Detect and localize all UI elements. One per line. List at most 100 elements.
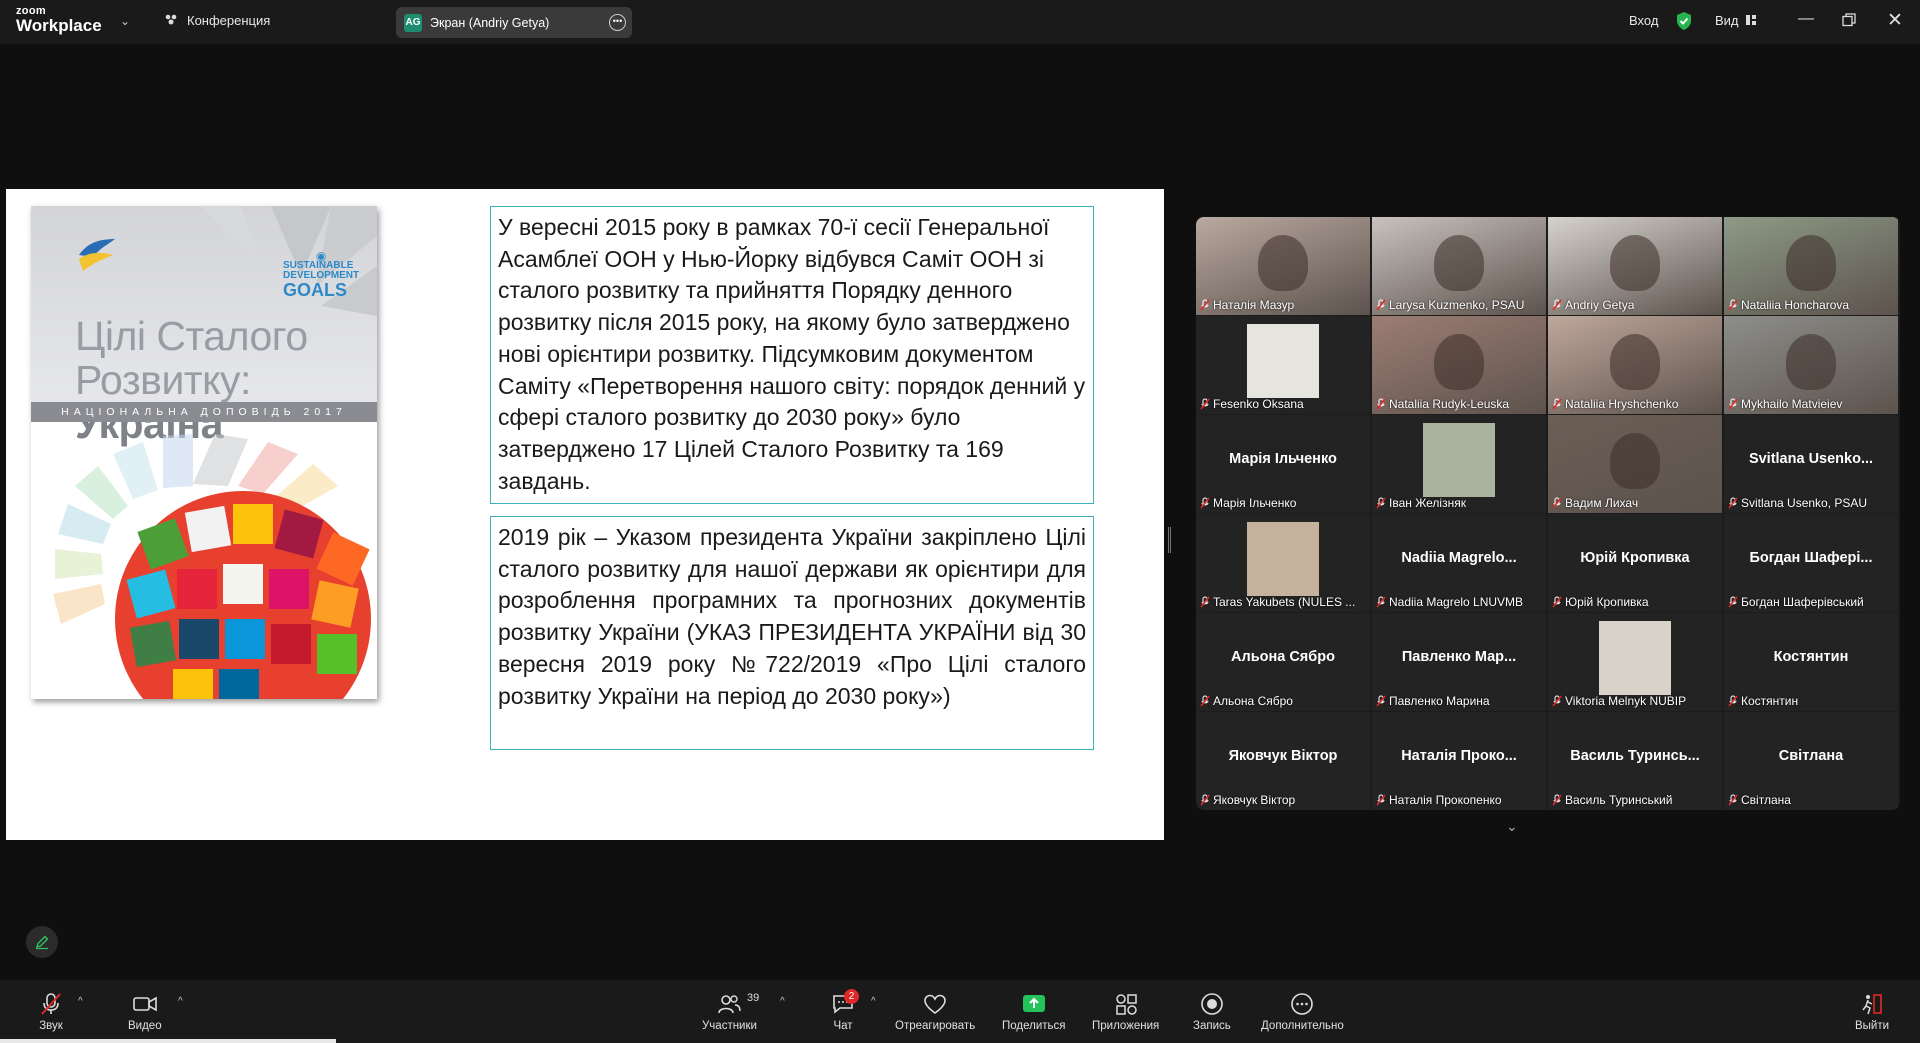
share-screen-button[interactable]: Поделиться	[1002, 992, 1066, 1032]
participant-name-label: Nataliia Rudyk-Leuska	[1376, 397, 1509, 411]
participant-tile[interactable]: Іван Желізняк	[1372, 415, 1546, 513]
participant-name: Юрій Кропивка	[1565, 595, 1649, 609]
participant-display-name: Юрій Кропивка	[1580, 550, 1690, 566]
participant-name-label: Світлана	[1728, 793, 1791, 807]
split-view-resize-handle[interactable]	[1168, 527, 1171, 553]
participant-name: Viktoria Melnyk NUBIP	[1565, 694, 1687, 708]
participant-tile[interactable]: Mykhailo Matvieiev	[1724, 316, 1898, 414]
chat-caret-icon[interactable]: ^	[871, 996, 876, 1007]
participant-tile[interactable]: Наталія Проко... Наталія Прокопенко	[1372, 712, 1546, 810]
participant-display-name: Світлана	[1778, 748, 1844, 764]
participant-name: Fesenko Oksana	[1213, 397, 1304, 411]
participant-tile[interactable]: Юрій Кропивка Юрій Кропивка	[1548, 514, 1722, 612]
microphone-muted-icon	[1552, 596, 1562, 608]
security-shield-icon[interactable]	[1675, 11, 1693, 31]
participant-tile[interactable]: Вадим Лихач	[1548, 415, 1722, 513]
participant-photo	[1423, 423, 1495, 497]
participant-tile[interactable]: Василь Туринсь... Василь Туринський	[1548, 712, 1722, 810]
leave-button[interactable]: Выйти	[1855, 992, 1889, 1032]
participant-tile[interactable]: Богдан Шафері... Богдан Шаферівський	[1724, 514, 1898, 612]
participant-display-name: Nadiia Magrelo...	[1401, 550, 1517, 566]
view-button[interactable]: Вид	[1715, 13, 1739, 28]
participant-display-name: Богдан Шафері...	[1749, 550, 1873, 566]
chat-unread-badge: 2	[844, 989, 859, 1004]
participant-name: Костянтин	[1741, 694, 1799, 708]
participant-tile[interactable]: Павленко Мар... Павленко Марина	[1372, 613, 1546, 711]
cover-title-line2-prefix: Розвитку:	[75, 357, 251, 403]
participants-icon	[718, 995, 742, 1014]
react-button[interactable]: Отреагировать	[895, 992, 975, 1032]
chevron-down-icon[interactable]: ⌄	[120, 14, 130, 28]
participant-tile[interactable]: Svitlana Usenko... Svitlana Usenko, PSAU	[1724, 415, 1898, 513]
participant-tile[interactable]: Nataliia Honcharova	[1724, 217, 1898, 315]
participant-tile[interactable]: Nadiia Magrelo... Nadiia Magrelo LNUVMB	[1372, 514, 1546, 612]
participant-tile[interactable]: Larysa Kuzmenko, PSAU	[1372, 217, 1546, 315]
record-icon	[1201, 993, 1223, 1015]
microphone-muted-icon	[1728, 794, 1738, 806]
grid-view-icon[interactable]	[1745, 14, 1757, 26]
participant-display-name: Костянтин	[1773, 649, 1849, 665]
microphone-muted-icon	[1552, 695, 1562, 707]
participant-name: Nadiia Magrelo LNUVMB	[1389, 595, 1524, 609]
participant-display-name: Svitlana Usenko...	[1748, 451, 1874, 467]
conference-label: Конференция	[187, 12, 271, 28]
microphone-muted-icon	[1200, 596, 1210, 608]
participant-name-label: Viktoria Melnyk NUBIP	[1552, 694, 1686, 708]
more-dots-icon	[1291, 993, 1314, 1015]
microphone-muted-icon	[1552, 794, 1562, 806]
microphone-muted-icon	[1200, 695, 1210, 707]
participant-tile[interactable]: Taras Yakubets (NULES ...	[1196, 514, 1370, 612]
participant-tile[interactable]: Світлана Світлана	[1724, 712, 1898, 810]
video-button[interactable]: Видео	[128, 992, 162, 1032]
close-icon[interactable]: ✕	[1887, 9, 1903, 32]
microphone-muted-icon	[1728, 398, 1738, 410]
react-label: Отреагировать	[895, 1020, 976, 1032]
participant-tile[interactable]: Наталія Мазур	[1196, 217, 1370, 315]
participant-name: Nataliia Honcharova	[1741, 298, 1850, 312]
record-button[interactable]: Запись	[1193, 992, 1231, 1032]
record-label: Запись	[1193, 1020, 1231, 1032]
shared-screen-tab[interactable]: AG Экран (Andriy Getya) •••	[396, 7, 632, 38]
participant-name: Павленко Марина	[1389, 694, 1490, 708]
apps-icon	[1115, 994, 1137, 1015]
participant-tile[interactable]: Яковчук Віктор Яковчук Віктор	[1196, 712, 1370, 810]
conference-button[interactable]: Конференция	[163, 12, 270, 28]
cover-title-line1: Цілі Сталого	[75, 313, 308, 359]
participant-name-label: Наталія Прокопенко	[1376, 793, 1502, 807]
participant-tile[interactable]: Viktoria Melnyk NUBIP	[1548, 613, 1722, 711]
participant-name: Nataliia Rudyk-Leuska	[1389, 397, 1510, 411]
participant-tile[interactable]: Альона Сябро Альона Сябро	[1196, 613, 1370, 711]
slide-text-block-1: У вересні 2015 року в рамках 70-ї сесії …	[490, 206, 1094, 504]
participant-tile[interactable]: Nataliia Hryshchenko	[1548, 316, 1722, 414]
annotate-pen-button[interactable]	[26, 926, 58, 958]
microphone-muted-icon	[1728, 596, 1738, 608]
minimize-icon[interactable]: —	[1798, 10, 1814, 28]
more-options-icon[interactable]: •••	[609, 14, 626, 31]
zoom-logo[interactable]: zoom Workplace	[16, 6, 102, 35]
restore-window-icon[interactable]	[1842, 13, 1856, 27]
sdg-line3: GOALS	[283, 280, 348, 300]
cover-subtitle-band: НАЦІОНАЛЬНА ДОПОВІДЬ 2017	[31, 402, 377, 422]
gallery-next-page-icon[interactable]: ⌄	[1506, 818, 1518, 835]
video-options-caret-icon[interactable]: ^	[178, 996, 183, 1007]
audio-button[interactable]: Звук	[38, 992, 64, 1032]
participant-tile[interactable]: Nataliia Rudyk-Leuska	[1372, 316, 1546, 414]
share-label: Поделиться	[1002, 1020, 1066, 1032]
signin-button[interactable]: Вход	[1629, 13, 1658, 28]
participant-name-label: Larysa Kuzmenko, PSAU	[1376, 298, 1524, 312]
participant-tile[interactable]: Fesenko Oksana	[1196, 316, 1370, 414]
participant-name-label: Svitlana Usenko, PSAU	[1728, 496, 1867, 510]
participant-name: Василь Туринський	[1565, 793, 1673, 807]
participants-caret-icon[interactable]: ^	[780, 996, 785, 1007]
audio-options-caret-icon[interactable]: ^	[78, 996, 83, 1007]
participant-name-label: Andriy Getya	[1552, 298, 1634, 312]
participant-tile[interactable]: Andriy Getya	[1548, 217, 1722, 315]
chat-button[interactable]: 2 Чат	[830, 989, 859, 1032]
apps-button[interactable]: Приложения	[1092, 992, 1159, 1032]
slide-text-block-2: 2019 рік – Указом президента України зак…	[490, 516, 1094, 750]
participant-tile[interactable]: Костянтин Костянтин	[1724, 613, 1898, 711]
sdg-goals-logo: ◉ SUSTAINABLE DEVELOPMENT GOALS	[283, 250, 359, 300]
more-button[interactable]: Дополнительно	[1261, 992, 1344, 1032]
participant-tile[interactable]: Марія Ільченко Марія Ільченко	[1196, 415, 1370, 513]
participants-label: Участники	[702, 1020, 757, 1032]
